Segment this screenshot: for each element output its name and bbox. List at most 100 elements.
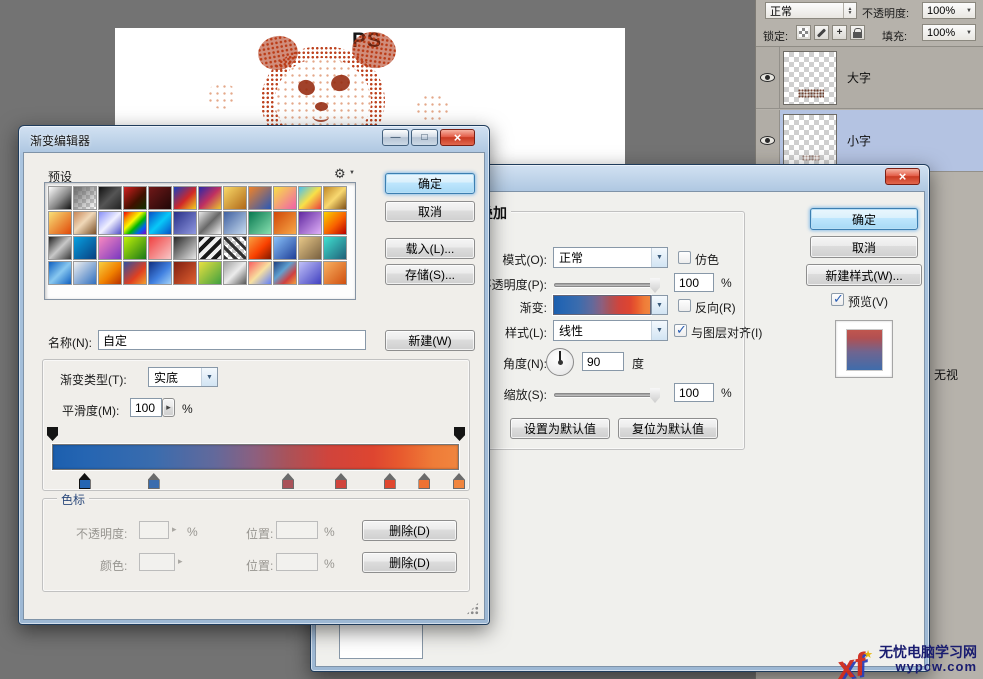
preview-checkbox[interactable]	[831, 291, 844, 307]
gradient-preset-swatch[interactable]	[298, 186, 322, 210]
close-button[interactable]: ×	[885, 168, 920, 185]
gradient-preset-swatch[interactable]	[98, 236, 122, 260]
color-stop[interactable]	[334, 473, 347, 489]
chevron-down-icon[interactable]: ▼	[349, 170, 355, 176]
close-button[interactable]: ×	[440, 129, 475, 146]
gradient-type-dropdown[interactable]: 实底 ▼	[148, 367, 218, 387]
color-stop[interactable]	[282, 473, 295, 489]
gradient-preset-swatch[interactable]	[73, 211, 97, 235]
cancel-button[interactable]: 取消	[385, 201, 475, 222]
gradient-preset-swatch[interactable]	[148, 211, 172, 235]
gradient-preset-swatch[interactable]	[323, 211, 347, 235]
gradient-preset-swatch[interactable]	[48, 261, 72, 285]
gradient-preset-swatch[interactable]	[148, 236, 172, 260]
save-button[interactable]: 存储(S)...	[385, 264, 475, 285]
gradient-preset-swatch[interactable]	[223, 236, 247, 260]
smoothness-field[interactable]: 100	[130, 398, 162, 417]
blend-mode-dropdown[interactable]: 正常 ▼	[553, 247, 668, 268]
layer-thumbnail[interactable]	[783, 50, 837, 105]
visibility-toggle[interactable]	[756, 110, 780, 171]
gradient-preset-swatch[interactable]	[173, 261, 197, 285]
gradient-preset-swatch[interactable]	[248, 236, 272, 260]
gradient-preset-swatch[interactable]	[223, 261, 247, 285]
blend-mode-select[interactable]: 正常 ▲ ▼	[765, 2, 857, 19]
layer-name[interactable]: 大字	[847, 69, 871, 86]
scale-value-field[interactable]: 100	[674, 383, 714, 402]
layer-row-dazi[interactable]: 大字	[756, 47, 983, 109]
spinner-down-icon[interactable]: ▼	[848, 10, 853, 15]
gradient-preset-swatch[interactable]	[273, 186, 297, 210]
gradient-preset-swatch[interactable]	[173, 186, 197, 210]
gradient-editor-titlebar[interactable]: 渐变编辑器 — □ ×	[19, 126, 489, 152]
gradient-preset-swatch[interactable]	[73, 261, 97, 285]
align-with-layer-checkbox[interactable]	[674, 322, 687, 338]
new-style-button[interactable]: 新建样式(W)...	[806, 264, 922, 286]
dither-checkbox[interactable]	[678, 251, 691, 264]
gradient-preset-swatch[interactable]	[123, 186, 147, 210]
fill-select[interactable]: 100% ▼	[922, 24, 976, 41]
maximize-button[interactable]: □	[411, 129, 438, 146]
gradient-preset-swatch[interactable]	[198, 261, 222, 285]
opacity-value-field[interactable]: 100	[674, 273, 714, 292]
spinner-arrows-icon[interactable]: ▲ ▼	[843, 3, 856, 18]
gradient-preset-swatch[interactable]	[148, 261, 172, 285]
color-stop[interactable]	[78, 473, 91, 489]
gradient-preset-swatch[interactable]	[248, 211, 272, 235]
gradient-preset-swatch[interactable]	[248, 186, 272, 210]
gear-icon[interactable]: ⚙	[334, 166, 346, 182]
color-stop[interactable]	[147, 473, 160, 489]
gradient-preset-swatch[interactable]	[48, 211, 72, 235]
visibility-toggle[interactable]	[756, 47, 780, 108]
layer-name[interactable]: 小字	[847, 132, 871, 149]
gradient-preset-swatch[interactable]	[73, 186, 97, 210]
opacity-slider[interactable]	[554, 278, 660, 293]
reset-default-button[interactable]: 复位为默认值	[618, 418, 718, 439]
gradient-preset-swatch[interactable]	[123, 211, 147, 235]
load-button[interactable]: 载入(L)...	[385, 238, 475, 259]
gradient-preset-swatch[interactable]	[323, 186, 347, 210]
chevron-down-icon[interactable]: ▼	[963, 8, 975, 14]
chevron-down-icon[interactable]: ▼	[651, 248, 667, 267]
gradient-preset-swatch[interactable]	[323, 261, 347, 285]
gradient-preset-swatch[interactable]	[248, 261, 272, 285]
minimize-button[interactable]: —	[382, 129, 409, 146]
gradient-preset-swatch[interactable]	[198, 186, 222, 210]
color-stop[interactable]	[418, 473, 431, 489]
gradient-preset-swatch[interactable]	[298, 261, 322, 285]
gradient-preset-swatch[interactable]	[223, 186, 247, 210]
smoothness-popup-button[interactable]: ▸	[162, 398, 175, 417]
gradient-preset-swatch[interactable]	[73, 236, 97, 260]
gradient-dropdown-arrow[interactable]: ▼	[651, 295, 668, 315]
angle-value-field[interactable]: 90	[582, 352, 624, 371]
layer-thumbnail[interactable]	[783, 113, 837, 168]
color-stop[interactable]	[383, 473, 396, 489]
lock-transparency-icon[interactable]	[796, 25, 811, 40]
resize-grip[interactable]	[466, 602, 479, 615]
chevron-down-icon[interactable]: ▼	[963, 30, 975, 36]
style-dropdown[interactable]: 线性 ▼	[553, 320, 668, 341]
gradient-preset-swatch[interactable]	[173, 236, 197, 260]
scale-slider[interactable]	[554, 388, 660, 403]
gradient-preset-swatch[interactable]	[198, 211, 222, 235]
reverse-checkbox[interactable]	[678, 299, 691, 312]
chevron-down-icon[interactable]: ▼	[651, 321, 667, 340]
gradient-preset-swatch[interactable]	[148, 186, 172, 210]
gradient-preset-swatch[interactable]	[48, 186, 72, 210]
chevron-down-icon[interactable]: ▼	[201, 368, 217, 386]
gradient-preset-swatch[interactable]	[273, 211, 297, 235]
layer-row-xiaozi[interactable]: 小字	[756, 110, 983, 172]
lock-all-icon[interactable]	[850, 25, 865, 40]
lock-position-icon[interactable]: +	[832, 25, 847, 40]
gradient-preset-swatch[interactable]	[323, 236, 347, 260]
gradient-preset-swatch[interactable]	[223, 211, 247, 235]
gradient-preset-swatch[interactable]	[273, 261, 297, 285]
set-default-button[interactable]: 设置为默认值	[510, 418, 610, 439]
gradient-preset-swatch[interactable]	[298, 211, 322, 235]
gradient-preset-swatch[interactable]	[123, 261, 147, 285]
gradient-preset-swatch[interactable]	[98, 211, 122, 235]
gradient-well[interactable]	[553, 295, 651, 315]
lock-pixels-icon[interactable]	[814, 25, 829, 40]
ok-button[interactable]: 确定	[810, 208, 918, 230]
gradient-preset-swatch[interactable]	[48, 236, 72, 260]
angle-dial[interactable]	[546, 348, 574, 376]
